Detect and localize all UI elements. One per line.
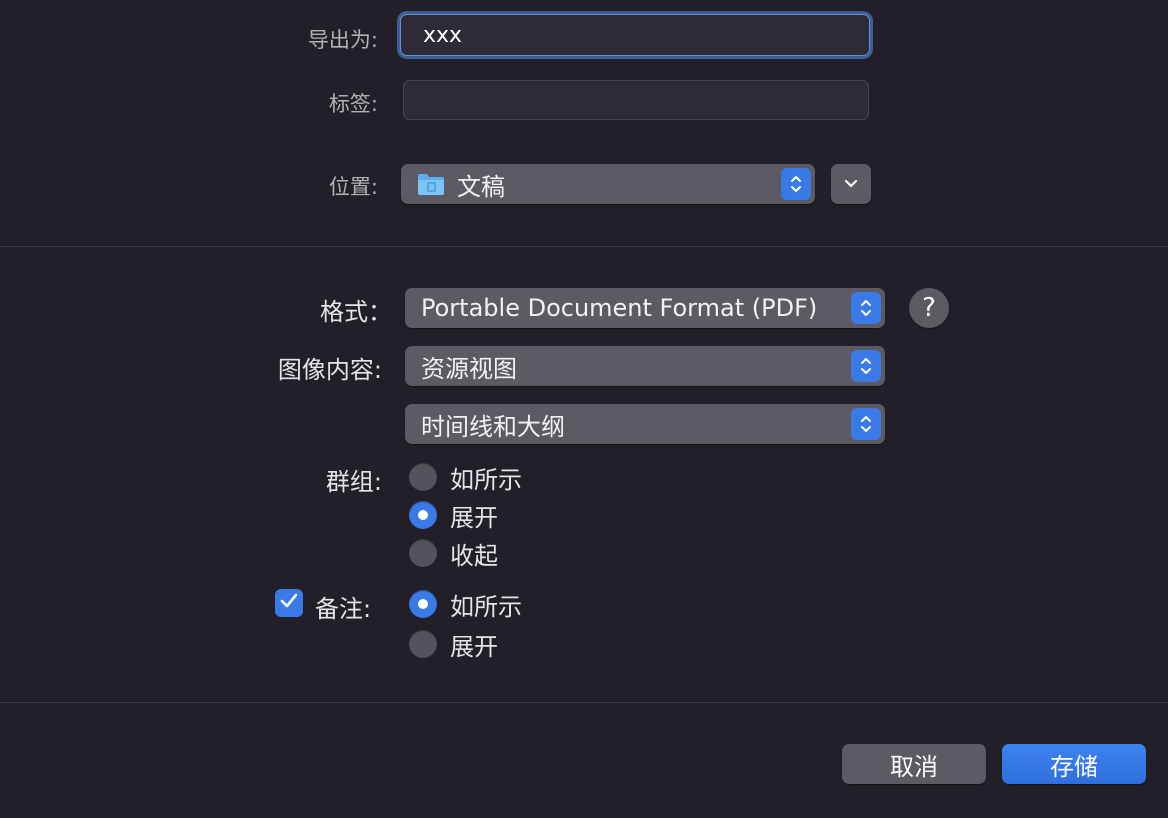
location-value: 文稿 — [457, 172, 505, 201]
cancel-button[interactable]: 取消 — [842, 744, 986, 784]
export-filename-value: xxx — [423, 22, 463, 48]
export-as-label: 导出为: — [307, 28, 378, 52]
help-button[interactable]: ? — [909, 288, 949, 328]
format-value: Portable Document Format (PDF) — [421, 294, 818, 322]
save-button[interactable]: 存储 — [1002, 744, 1146, 784]
location-popup[interactable]: 文稿 — [401, 164, 815, 204]
image-content-secondary-popup[interactable]: 时间线和大纲 — [405, 404, 885, 444]
chevron-down-icon — [843, 175, 859, 194]
up-down-chevron-icon — [781, 168, 811, 200]
radio-button[interactable] — [409, 463, 437, 491]
image-content-value: 资源视图 — [421, 354, 517, 383]
format-popup[interactable]: Portable Document Format (PDF) — [405, 288, 885, 328]
groups-option-as-shown[interactable]: 如所示 — [409, 459, 522, 495]
checkmark-icon — [280, 593, 298, 613]
image-content-secondary-value: 时间线和大纲 — [421, 412, 565, 441]
groups-option-collapse[interactable]: 收起 — [409, 535, 522, 571]
separator-top — [0, 246, 1168, 247]
notes-option-expand[interactable]: 展开 — [409, 626, 522, 662]
tags-label: 标签: — [328, 92, 378, 116]
radio-button[interactable] — [409, 590, 437, 618]
export-filename-input[interactable]: xxx — [400, 14, 870, 56]
radio-label: 收起 — [450, 541, 498, 570]
notes-option-as-shown[interactable]: 如所示 — [409, 586, 522, 622]
groups-label: 群组: — [325, 468, 382, 496]
folder-icon — [417, 172, 445, 196]
notes-label: 备注: — [315, 595, 372, 623]
expand-button[interactable] — [831, 164, 871, 204]
image-content-popup[interactable]: 资源视图 — [405, 346, 885, 386]
radio-button[interactable] — [409, 539, 437, 567]
location-label: 位置: — [328, 175, 378, 199]
tags-input[interactable] — [403, 80, 869, 120]
format-label: 格式： — [320, 298, 392, 326]
notes-radio-group: 如所示 展开 — [409, 586, 522, 662]
groups-radio-group: 如所示 展开 收起 — [409, 459, 522, 571]
radio-label: 如所示 — [450, 465, 522, 494]
up-down-chevron-icon — [851, 292, 881, 324]
up-down-chevron-icon — [851, 350, 881, 382]
export-dialog: 导出为: xxx 标签: 位置: 文稿 格式： Portable Documen… — [0, 0, 1168, 818]
radio-label: 展开 — [450, 503, 498, 532]
groups-option-expand[interactable]: 展开 — [409, 497, 522, 533]
notes-checkbox[interactable] — [275, 589, 303, 617]
image-content-label: 图像内容: — [277, 356, 382, 384]
radio-button[interactable] — [409, 501, 437, 529]
radio-label: 如所示 — [450, 592, 522, 621]
separator-bottom — [0, 702, 1168, 703]
radio-button[interactable] — [409, 630, 437, 658]
up-down-chevron-icon — [851, 408, 881, 440]
radio-label: 展开 — [450, 632, 498, 661]
